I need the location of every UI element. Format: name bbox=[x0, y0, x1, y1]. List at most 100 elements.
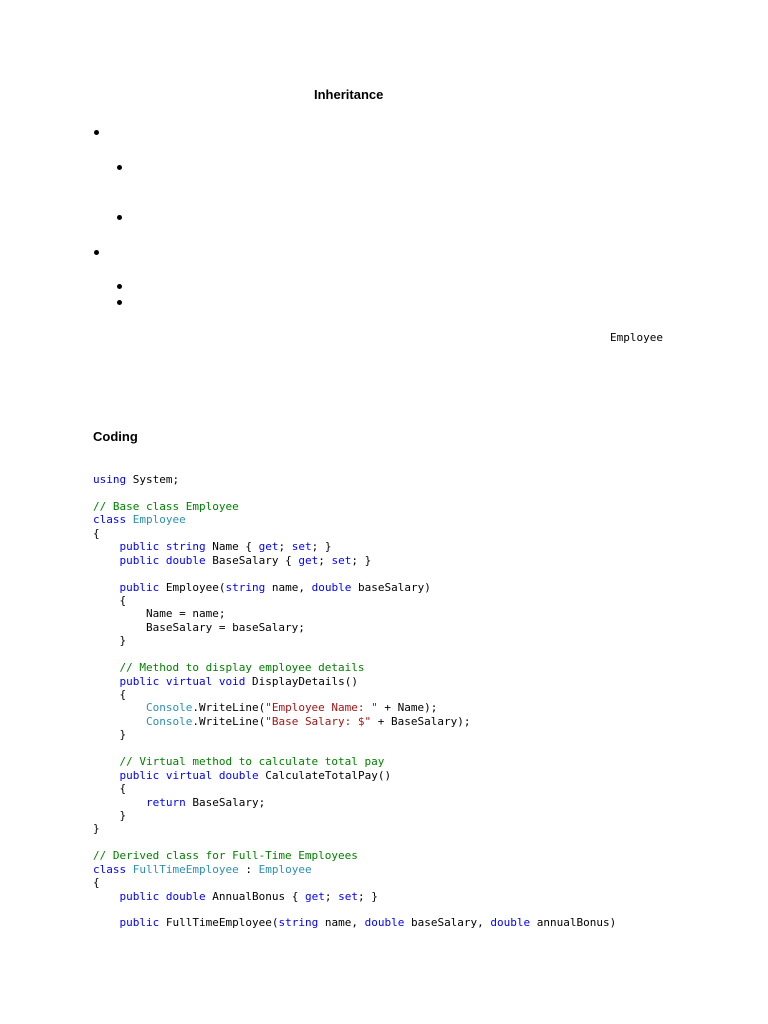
code-token: Employee bbox=[258, 862, 312, 876]
code-token: set bbox=[338, 889, 358, 903]
code-token: // Base class Employee bbox=[93, 499, 239, 513]
code-token: "Base Salary: $" bbox=[265, 714, 372, 728]
code-line: // Method to display employee details bbox=[93, 661, 616, 674]
code-token: .WriteLine( bbox=[192, 701, 266, 715]
code-token: double bbox=[490, 916, 531, 930]
code-token: Console bbox=[145, 714, 193, 728]
code-line: // Virtual method to calculate total pay bbox=[93, 755, 616, 768]
code-token: public bbox=[119, 768, 160, 782]
code-token: virtual bbox=[165, 674, 213, 688]
bullet-marker bbox=[94, 130, 99, 135]
code-token: // Derived class for Full-Time Employees bbox=[93, 849, 358, 863]
code-line: { bbox=[93, 782, 616, 795]
code-token: set bbox=[331, 553, 352, 567]
code-token: name, bbox=[265, 580, 312, 594]
code-token: BaseSalary = baseSalary; bbox=[93, 620, 305, 634]
code-token: double bbox=[364, 916, 405, 930]
code-token: { bbox=[93, 526, 100, 540]
code-line: // Derived class for Full-Time Employees bbox=[93, 849, 616, 862]
code-token: } bbox=[93, 808, 127, 822]
code-token: double bbox=[311, 580, 352, 594]
code-line: public virtual void DisplayDetails() bbox=[93, 675, 616, 688]
code-line: public virtual double CalculateTotalPay(… bbox=[93, 769, 616, 782]
code-token: baseSalary, bbox=[404, 916, 491, 930]
code-line: Console.WriteLine("Employee Name: " + Na… bbox=[93, 701, 616, 714]
bullet-marker bbox=[117, 300, 122, 305]
code-token: FullTimeEmployee( bbox=[159, 916, 279, 930]
coding-heading: Coding bbox=[93, 429, 138, 444]
code-line: return BaseSalary; bbox=[93, 796, 616, 809]
code-line: } bbox=[93, 728, 616, 741]
code-token: string bbox=[225, 580, 266, 594]
code-token: annualBonus) bbox=[530, 916, 617, 930]
code-token: public bbox=[119, 580, 160, 594]
code-token: ; } bbox=[357, 889, 378, 903]
code-token: using bbox=[93, 473, 127, 486]
code-line: } bbox=[93, 809, 616, 822]
code-token: public bbox=[119, 553, 160, 567]
code-token: AnnualBonus { bbox=[205, 889, 305, 903]
code-token: : bbox=[238, 862, 259, 876]
bullet-marker bbox=[117, 284, 122, 289]
employee-type-label: Employee bbox=[610, 331, 663, 344]
code-token: + BaseSalary); bbox=[371, 714, 471, 728]
code-token: BaseSalary { bbox=[205, 553, 299, 567]
code-token: set bbox=[291, 540, 312, 554]
code-token: public bbox=[119, 889, 160, 903]
code-line: using System; bbox=[93, 473, 616, 486]
code-token: "Employee Name: " bbox=[265, 701, 378, 715]
code-token: ; bbox=[324, 889, 339, 903]
code-token: get bbox=[304, 889, 325, 903]
code-line: } bbox=[93, 822, 616, 835]
code-line: public double AnnualBonus { get; set; } bbox=[93, 890, 616, 903]
code-token: return bbox=[145, 795, 186, 809]
code-block: using System; // Base class Employee class… bbox=[93, 473, 616, 930]
code-line: public Employee(string name, double base… bbox=[93, 581, 616, 594]
code-token: double bbox=[165, 889, 206, 903]
code-token: // Virtual method to calculate total pay bbox=[119, 755, 385, 769]
code-line: public string Name { get; set; } bbox=[93, 540, 616, 553]
code-line: { bbox=[93, 527, 616, 540]
code-token: Name { bbox=[205, 540, 259, 554]
code-token: .WriteLine( bbox=[192, 714, 266, 728]
code-token: DisplayDetails() bbox=[245, 674, 358, 688]
code-line: class Employee bbox=[93, 513, 616, 526]
code-token: { bbox=[93, 593, 127, 607]
bullet-marker bbox=[94, 250, 99, 255]
code-token: ; bbox=[318, 553, 332, 567]
code-token: Employee bbox=[132, 513, 186, 527]
code-token: ; } bbox=[311, 540, 332, 554]
code-token: { bbox=[93, 688, 127, 701]
code-token: Employee( bbox=[159, 580, 226, 594]
code-line: { bbox=[93, 876, 616, 889]
code-token: { bbox=[93, 876, 100, 890]
code-token: public bbox=[119, 540, 160, 554]
code-token: // Method to display employee details bbox=[119, 661, 365, 675]
code-token: virtual bbox=[165, 768, 213, 782]
code-line: } bbox=[93, 634, 616, 647]
code-token: CalculateTotalPay() bbox=[258, 768, 392, 782]
code-token: + Name); bbox=[377, 701, 438, 715]
code-token: BaseSalary; bbox=[185, 795, 266, 809]
code-line: { bbox=[93, 688, 616, 701]
code-token: { bbox=[93, 782, 127, 796]
